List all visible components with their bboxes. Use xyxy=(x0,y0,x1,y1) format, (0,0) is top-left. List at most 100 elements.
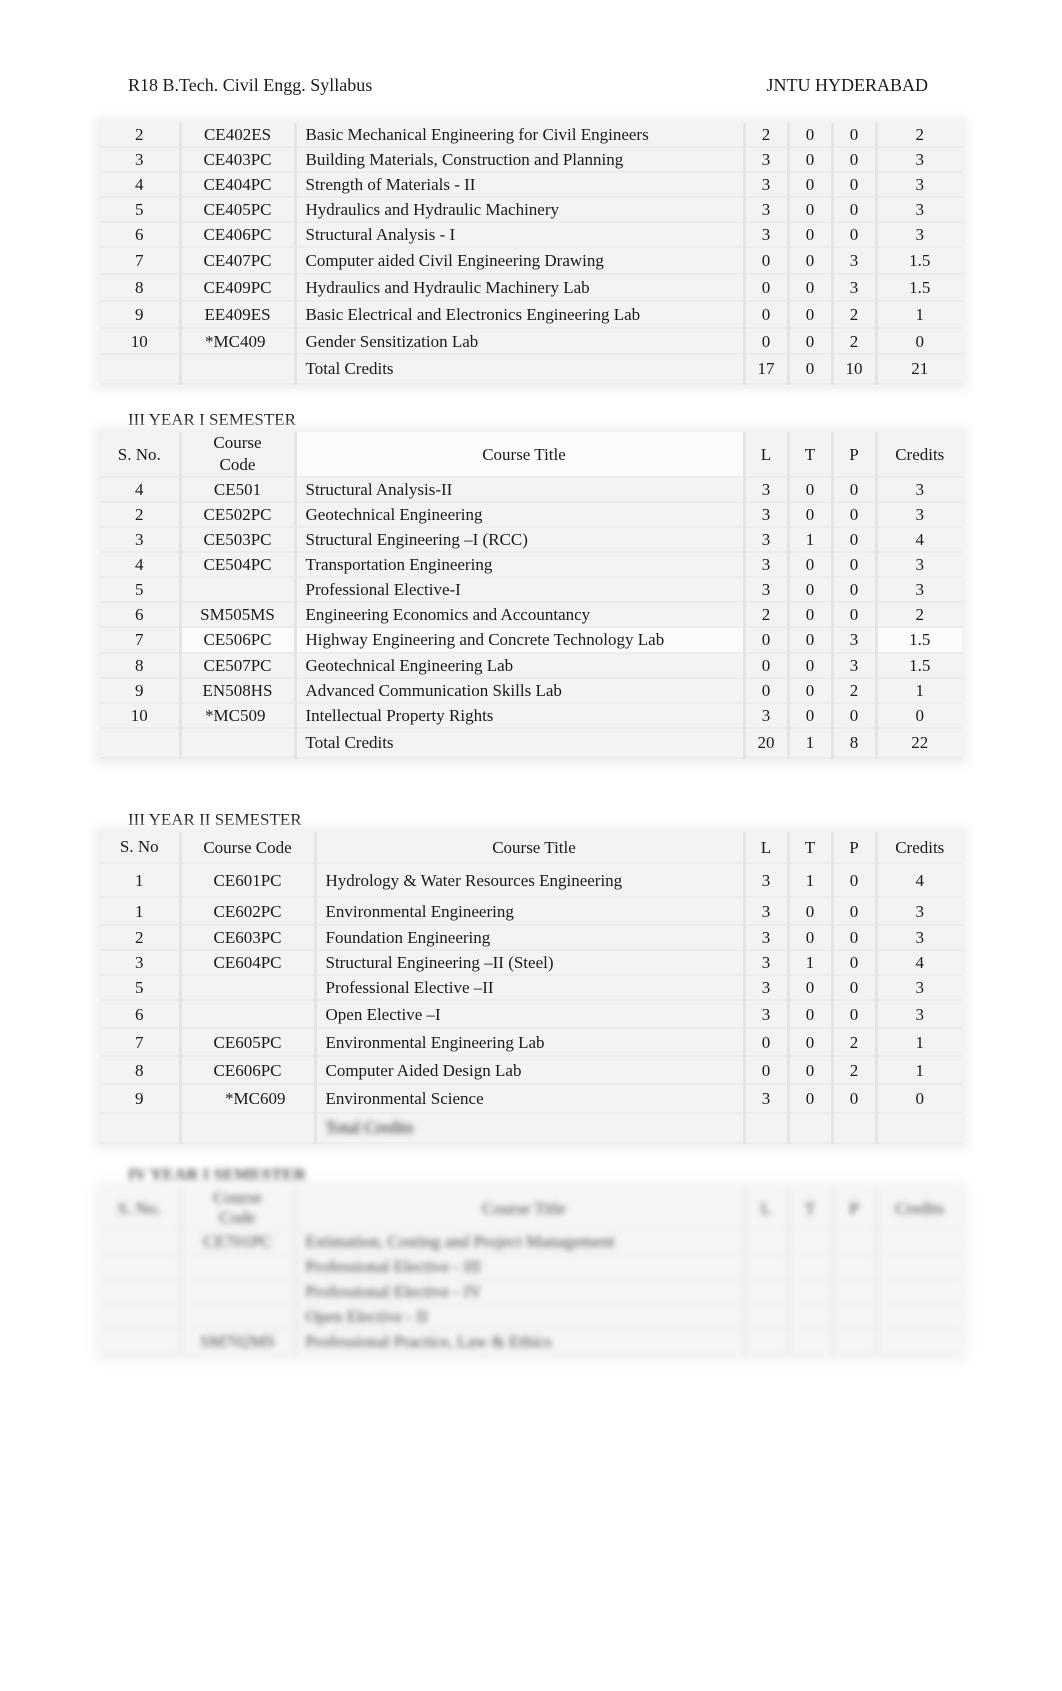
cell-sno: 6 xyxy=(100,602,180,628)
cell-l: 3 xyxy=(742,975,788,1001)
total-t: 1 xyxy=(786,728,832,759)
cell-code: EE409ES xyxy=(178,301,295,329)
cell-sno: 8 xyxy=(100,653,180,679)
cell-code: SM702MS xyxy=(178,1329,295,1355)
cell-p: 0 xyxy=(830,577,876,603)
table-row: 6 CE406PC Structural Analysis - I3003 xyxy=(100,222,962,248)
cell-sno: 4 xyxy=(100,477,180,503)
cell-title: Environmental Science xyxy=(313,1084,744,1114)
cell-title: Basic Mechanical Engineering for Civil E… xyxy=(293,123,744,148)
cell-title: Hydraulics and Hydraulic Machinery xyxy=(293,197,744,223)
table-row: 7 CE407PC Computer aided Civil Engineering… xyxy=(100,247,962,275)
cell-p: 0 xyxy=(830,477,876,503)
header-l: L xyxy=(742,432,788,478)
cell-title: Hydraulics and Hydraulic Machinery Lab xyxy=(293,274,744,302)
cell-t: 1 xyxy=(786,950,832,976)
table-row: 10 *MC509 Intellectual Property Rights 3 0 0 0 xyxy=(100,703,962,729)
total-label: Total Credits xyxy=(313,1113,744,1144)
cell-p: 3 xyxy=(830,653,876,679)
table-row: 9 *MC609 Environmental Science 3 0 0 0 xyxy=(100,1084,962,1114)
cell-l: 3 xyxy=(742,1084,788,1114)
cell-l: 0 xyxy=(742,627,788,654)
cell-l: 2 xyxy=(742,123,788,148)
cell-code: CE606PC xyxy=(178,1056,315,1085)
cell-p: 0 xyxy=(830,897,876,926)
cell-l: 3 xyxy=(742,477,788,503)
header-l: L xyxy=(742,1188,788,1230)
cell-p: 0 xyxy=(830,172,876,198)
cell-code xyxy=(178,1000,315,1029)
cell-title: Computer aided Civil Engineering Drawing xyxy=(293,247,744,275)
total-p xyxy=(830,1113,876,1144)
cell-sno xyxy=(100,1279,180,1305)
cell-sno: 1 xyxy=(100,897,180,926)
header-sno: S. No. xyxy=(100,1188,180,1230)
table-header-row: S. No. Course Code Course Title L T P Cr… xyxy=(100,1188,962,1230)
cell-credits: 1 xyxy=(874,678,962,704)
cell-sno: 8 xyxy=(100,274,180,302)
total-credits: 21 xyxy=(874,354,962,385)
empty-cell xyxy=(100,1113,180,1144)
cell-l xyxy=(742,1254,788,1280)
cell-l: 3 xyxy=(742,703,788,729)
total-l: 20 xyxy=(742,728,788,759)
cell-sno: 8 xyxy=(100,1056,180,1085)
cell-t: 0 xyxy=(786,301,832,329)
header-course-code: Course Code xyxy=(178,1188,295,1230)
cell-sno: 10 xyxy=(100,328,180,355)
table-row: CE701PC Estimation, Costing and Project M… xyxy=(100,1229,962,1255)
total-label: Total Credits xyxy=(293,354,744,385)
semester-table-iv-1: S. No. Course Code Course Title L T P Cr… xyxy=(100,1188,962,1355)
cell-code: CE501 xyxy=(178,477,295,503)
cell-p: 0 xyxy=(830,197,876,223)
cell-sno: 4 xyxy=(100,172,180,198)
cell-sno: 2 xyxy=(100,925,180,951)
cell-code: CE406PC xyxy=(178,222,295,248)
table-row: 9 EN508HS Advanced Communication Skills La… xyxy=(100,678,962,704)
cell-title: Transportation Engineering xyxy=(293,552,744,578)
table-row: 3 CE503PC Structural Engineering –I (RCC) 3… xyxy=(100,527,962,553)
header-code-line1: Course xyxy=(213,1188,262,1207)
cell-sno: 5 xyxy=(100,197,180,223)
table-row: Professional Elective - IV xyxy=(100,1279,962,1305)
cell-t: 0 xyxy=(786,147,832,173)
cell-p: 0 xyxy=(830,1000,876,1029)
cell-l xyxy=(742,1229,788,1255)
cell-title: Engineering Economics and Accountancy xyxy=(293,602,744,628)
cell-credits: 1.5 xyxy=(874,247,962,275)
cell-t: 0 xyxy=(786,1000,832,1029)
cell-sno: 2 xyxy=(100,123,180,148)
cell-code: CE605PC xyxy=(178,1028,315,1057)
table-row: 2 CE502PC Geotechnical Engineering 3 0 0 3 xyxy=(100,502,962,528)
cell-credits: 3 xyxy=(874,577,962,603)
cell-t: 0 xyxy=(786,1056,832,1085)
cell-title: Gender Sensitization Lab xyxy=(293,328,744,355)
cell-p: 2 xyxy=(830,328,876,355)
table-row: 5 CE405PC Hydraulics and Hydraulic Machine… xyxy=(100,197,962,223)
table-row: 4 CE501 Structural Analysis-II 3 0 0 3 xyxy=(100,477,962,503)
cell-title: Professional Elective-I xyxy=(293,577,744,603)
cell-p: 3 xyxy=(830,247,876,275)
cell-l: 0 xyxy=(742,653,788,679)
semester-table-ii-2: 2 CE402ES Basic Mechanical Engineering for… xyxy=(100,123,962,385)
cell-credits: 1 xyxy=(874,1028,962,1057)
cell-l: 3 xyxy=(742,197,788,223)
cell-credits: 3 xyxy=(874,975,962,1001)
cell-code: CE506PC xyxy=(178,627,295,654)
cell-sno xyxy=(100,1229,180,1255)
total-row: Total Credits xyxy=(100,1113,962,1144)
cell-code xyxy=(178,975,315,1001)
cell-credits: 3 xyxy=(874,147,962,173)
cell-title: Professional Elective - IV xyxy=(293,1279,744,1305)
university-name: JNTU HYDERABAD xyxy=(766,75,929,95)
table-body: CE701PC Estimation, Costing and Project M… xyxy=(100,1229,962,1355)
header-credits: Credits xyxy=(874,432,962,478)
section-title-iii-1: III YEAR I SEMESTER xyxy=(128,410,296,429)
cell-t: 0 xyxy=(786,602,832,628)
cell-title: Open Elective - II xyxy=(293,1304,744,1330)
table-row: 6 SM505MS Engineering Economics and Accoun… xyxy=(100,602,962,628)
cell-sno: 5 xyxy=(100,577,180,603)
total-l xyxy=(742,1113,788,1144)
cell-sno: 1 xyxy=(100,863,180,898)
cell-l xyxy=(742,1329,788,1355)
